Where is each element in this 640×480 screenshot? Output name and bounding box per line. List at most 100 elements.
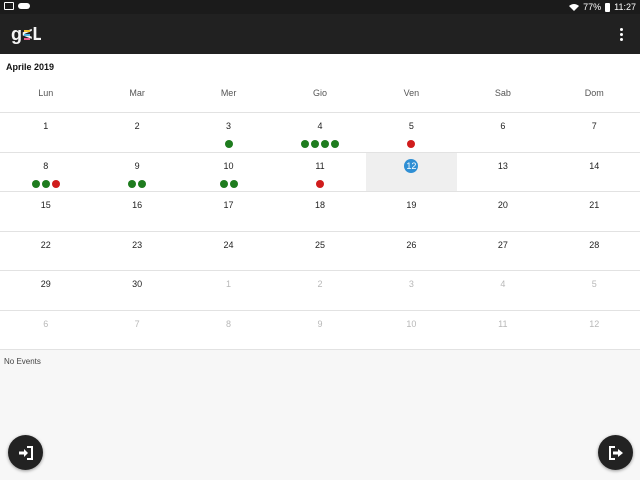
calendar-day-cell[interactable]: 28 <box>548 232 640 271</box>
calendar-day-cell[interactable]: 20 <box>457 192 549 232</box>
app-logo[interactable]: g<L <box>11 23 41 45</box>
day-number: 27 <box>497 239 508 250</box>
day-number: 6 <box>43 318 49 329</box>
event-dot <box>407 140 416 148</box>
weekday-label: Dom <box>584 88 604 98</box>
day-number: 7 <box>134 318 140 329</box>
day-number: 8 <box>226 318 232 329</box>
day-number: 2 <box>317 279 323 289</box>
calendar-day-cell[interactable]: 17 <box>182 192 275 232</box>
day-number: 12 <box>366 158 457 173</box>
calendar-day-cell[interactable]: 1 <box>182 271 275 311</box>
image-icon <box>4 2 14 10</box>
event-indicators <box>91 179 182 188</box>
logout-icon <box>608 445 623 460</box>
calendar-day-cell[interactable]: 6 <box>457 113 549 153</box>
calendar-day-cell[interactable]: 11 <box>274 153 366 192</box>
month-title: Aprile 2019 <box>6 62 55 72</box>
calendar-day-cell[interactable]: 6 <box>0 311 92 350</box>
event-indicators <box>274 179 365 188</box>
calendar-day-cell[interactable]: 19 <box>365 192 458 232</box>
calendar-day-cell[interactable]: 3 <box>182 113 275 153</box>
weekday-label: Mar <box>129 88 145 98</box>
event-dot <box>330 140 339 148</box>
event-indicators <box>0 179 91 188</box>
calendar-day-cell[interactable]: 29 <box>0 271 92 311</box>
calendar-day-cell[interactable]: 12 <box>365 152 458 192</box>
day-number: 16 <box>132 200 143 210</box>
app-toolbar: g<L <box>0 14 640 54</box>
day-number: 2 <box>134 121 140 131</box>
day-number: 9 <box>317 318 323 329</box>
day-number: 1 <box>43 121 49 131</box>
day-number: 29 <box>40 279 51 289</box>
day-number: 20 <box>497 200 508 210</box>
day-number: 5 <box>408 121 414 131</box>
day-number: 17 <box>223 200 234 210</box>
calendar-day-cell[interactable]: 24 <box>182 232 275 271</box>
day-number: 15 <box>40 200 51 210</box>
calendar-day-cell[interactable]: 9 <box>274 311 366 350</box>
logout-button[interactable] <box>598 435 633 470</box>
calendar-day-cell[interactable]: 7 <box>91 311 183 350</box>
calendar-day-cell[interactable]: 14 <box>548 153 640 192</box>
calendar-day-cell[interactable]: 4 <box>457 271 549 311</box>
calendar-day-cell[interactable]: 3 <box>365 271 458 311</box>
day-number: 13 <box>497 160 508 171</box>
calendar-day-cell[interactable]: 1 <box>0 113 92 153</box>
event-indicators <box>366 140 457 148</box>
event-dot <box>300 140 309 148</box>
calendar-day-cell[interactable]: 2 <box>274 271 366 311</box>
calendar-day-cell[interactable]: 10 <box>365 311 458 350</box>
calendar-day-cell[interactable]: 25 <box>274 232 366 271</box>
day-number: 3 <box>408 279 414 289</box>
calendar-day-cell[interactable]: 30 <box>91 271 183 311</box>
calendar-day-cell[interactable]: 11 <box>457 311 549 350</box>
weekday-label: Sab <box>494 88 511 98</box>
month-grid: 1 2 3 4 5 6 7 8 9 10 11 12 13 14 15 16 17 18 19 20 21 22 23 24 2… <box>0 113 640 350</box>
day-number: 26 <box>406 239 417 250</box>
day-number: 6 <box>500 121 506 131</box>
calendar-day-cell[interactable]: 9 <box>91 153 183 192</box>
day-number: 18 <box>314 200 325 210</box>
calendar-day-cell[interactable]: 5 <box>548 271 640 311</box>
event-dot <box>31 179 40 188</box>
event-dot <box>315 179 324 188</box>
day-number: 19 <box>406 200 417 210</box>
calendar-day-cell[interactable]: 15 <box>0 192 92 232</box>
calendar-day-cell[interactable]: 23 <box>91 232 183 271</box>
calendar-day-cell[interactable]: 12 <box>548 311 640 350</box>
calendar-day-cell[interactable]: 5 <box>365 113 458 153</box>
calendar-day-cell[interactable]: 2 <box>91 113 183 153</box>
calendar-day-cell[interactable]: 4 <box>274 113 366 153</box>
calendar-day-cell[interactable]: 16 <box>91 192 183 232</box>
calendar-day-cell[interactable]: 21 <box>548 192 640 232</box>
calendar-day-cell[interactable]: 22 <box>0 232 92 271</box>
events-panel: No Events <box>0 350 640 480</box>
calendar-day-cell[interactable]: 8 <box>0 153 92 192</box>
weekday-label: Gio <box>312 88 327 98</box>
calendar-day-cell[interactable]: 7 <box>548 113 640 153</box>
weekday-header: Lun Mar Mer Gio Ven Sab Dom <box>0 80 640 113</box>
day-number: 4 <box>317 121 323 131</box>
weekday-label: Ven <box>403 88 420 98</box>
calendar-day-cell[interactable]: 27 <box>457 232 549 271</box>
calendar-day-cell[interactable]: 8 <box>182 311 275 350</box>
calendar-day-cell[interactable]: 13 <box>457 153 549 192</box>
login-button[interactable] <box>8 435 43 470</box>
battery-icon <box>605 2 611 12</box>
login-icon <box>18 445 33 460</box>
day-number: 23 <box>132 239 143 250</box>
day-number: 12 <box>589 318 600 329</box>
day-number: 9 <box>134 160 140 171</box>
day-number: 10 <box>406 318 417 329</box>
calendar-day-cell[interactable]: 10 <box>182 153 275 192</box>
event-indicators <box>183 179 274 188</box>
more-vertical-icon[interactable] <box>614 25 628 43</box>
event-dot <box>128 179 137 188</box>
clock: 11:27 <box>614 2 636 12</box>
calendar-day-cell[interactable]: 26 <box>365 232 458 271</box>
calendar-day-cell[interactable]: 18 <box>274 192 366 232</box>
day-number: 3 <box>226 121 232 131</box>
weekday-label: Mer <box>220 88 237 98</box>
